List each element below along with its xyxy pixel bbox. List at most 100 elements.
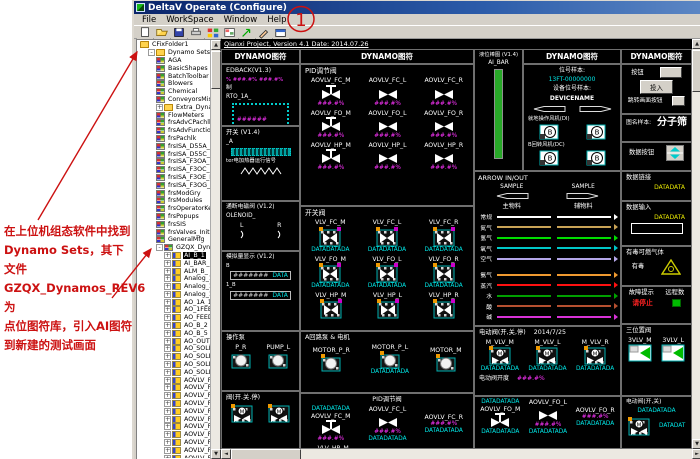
control-valve-object[interactable]: AOVLV_FO_R###.#% bbox=[424, 110, 463, 140]
fan-icon[interactable]: B bbox=[586, 124, 606, 140]
scroll-left-icon[interactable]: ◄ bbox=[221, 449, 231, 459]
runtime-mode-button[interactable] bbox=[205, 26, 221, 39]
tree-item[interactable]: BasicShapes bbox=[138, 64, 210, 72]
open-button[interactable] bbox=[154, 26, 170, 39]
motor-valve-object[interactable]: M_VLV_MMDATADATADA bbox=[481, 339, 519, 373]
motor-valve-object[interactable]: M bbox=[268, 404, 290, 424]
tree-item[interactable]: frsModules bbox=[138, 197, 210, 205]
control-valve-icon[interactable] bbox=[321, 149, 341, 165]
tree-item[interactable]: Blowers bbox=[138, 80, 210, 88]
solenoid-object[interactable]: R bbox=[275, 222, 283, 241]
scroll-up-icon[interactable]: ▲ bbox=[211, 40, 221, 50]
tree-item[interactable]: +AOVLV_FO_L_1 bbox=[138, 454, 210, 458]
scroll-right-icon[interactable]: ► bbox=[692, 449, 700, 459]
motor-object[interactable]: MOTOR_P_LDATADATADA bbox=[371, 344, 409, 376]
three-position-valve-icon[interactable] bbox=[661, 344, 685, 362]
onoff-valve-icon[interactable] bbox=[376, 227, 398, 247]
tree-item[interactable]: +AO_1FEEDBACK_ bbox=[138, 306, 210, 314]
motor-valve-icon[interactable]: M bbox=[584, 346, 606, 366]
onoff-valve-icon[interactable] bbox=[377, 299, 399, 319]
tree-item[interactable]: frsPachlk bbox=[138, 135, 210, 143]
data-spinner-object[interactable] bbox=[666, 145, 684, 161]
tree-item[interactable]: frsOperatorKeyBoa bbox=[138, 205, 210, 213]
scroll-down-icon[interactable]: ▼ bbox=[692, 439, 700, 449]
tree-item[interactable]: +AOVLV_FC_M_6 bbox=[138, 423, 210, 431]
sample-button[interactable]: 投入 bbox=[640, 80, 673, 94]
motor-valve-object[interactable]: M_VLV_LMDATADATADA bbox=[528, 339, 566, 373]
control-valve-object[interactable]: AOVLV_FO_L###.#%DATADATADA bbox=[529, 399, 567, 436]
control-valve-object[interactable]: AOVLV_HP_M###.#% bbox=[311, 142, 351, 172]
toxic-warning-icon[interactable] bbox=[661, 259, 681, 275]
control-valve-icon[interactable] bbox=[321, 117, 341, 133]
tree-item[interactable]: GeneralMfg bbox=[138, 236, 210, 244]
three-position-valve-object[interactable]: 3VLV_L bbox=[661, 337, 685, 362]
fan-icon[interactable]: B bbox=[539, 124, 559, 140]
save-button[interactable] bbox=[171, 26, 187, 39]
canvas-hscroll-thumb[interactable] bbox=[231, 449, 301, 459]
motor-object[interactable]: MOTOR_P_R bbox=[312, 347, 349, 372]
pump-object[interactable]: P_R bbox=[231, 344, 251, 369]
onoff-valve-object[interactable]: VLV_FC_MDATADATADA bbox=[311, 219, 349, 253]
tree-item[interactable]: frsAdvCPachlk bbox=[138, 119, 210, 127]
expand-icon[interactable]: + bbox=[164, 361, 171, 368]
tree-item[interactable]: +Extra_Dynamos bbox=[138, 103, 210, 111]
onoff-valve-object[interactable]: VLV_FO_LDATADATADA bbox=[368, 256, 406, 290]
tree-item[interactable]: +AOVLV_FC_R_1 bbox=[138, 439, 210, 447]
tree-item[interactable]: frsValves_Init bbox=[138, 228, 210, 236]
data-display[interactable]: #######DATA bbox=[230, 291, 291, 300]
control-valve-icon[interactable] bbox=[321, 420, 341, 436]
canvas-hscrollbar[interactable]: ◄ ► bbox=[221, 449, 700, 459]
collapse-icon[interactable]: - bbox=[156, 244, 163, 251]
onoff-valve-icon[interactable] bbox=[319, 263, 341, 283]
tree-item[interactable]: +AO_SOLENOID_A_ bbox=[138, 345, 210, 353]
tree-item[interactable]: +AO_1A_1 bbox=[138, 298, 210, 306]
level-bar-gauge[interactable] bbox=[494, 69, 503, 159]
tree-item[interactable]: frsModGry bbox=[138, 189, 210, 197]
control-valve-icon[interactable] bbox=[490, 413, 510, 429]
tree-item[interactable]: BatchToolbar bbox=[138, 72, 210, 80]
tree-item[interactable]: +AI_B_1 bbox=[138, 252, 210, 260]
three-position-valve-icon[interactable] bbox=[628, 344, 652, 362]
data-spinner[interactable] bbox=[666, 145, 684, 161]
material-line[interactable] bbox=[557, 316, 611, 318]
expand-icon[interactable]: + bbox=[164, 369, 171, 376]
control-valve-icon[interactable] bbox=[434, 117, 454, 133]
tree-item[interactable]: -GZQX_Dynamos_REV6 bbox=[138, 244, 210, 252]
tree-item[interactable]: frsPopups bbox=[138, 213, 210, 221]
new-button[interactable] bbox=[137, 26, 153, 39]
control-valve-object[interactable]: DATADATADAAOVLV_FO_MDATADATADA bbox=[480, 399, 520, 436]
data-display[interactable]: ############ DATA bbox=[232, 103, 290, 126]
pump-icon[interactable] bbox=[268, 351, 288, 369]
tree-item[interactable]: +AOVLV_FC_L_ bbox=[138, 376, 210, 384]
control-valve-icon[interactable] bbox=[538, 406, 558, 422]
data-display-object[interactable]: #######DATA bbox=[230, 271, 291, 280]
onoff-valve-object[interactable]: VLV_FO_RDATADATADA bbox=[425, 256, 463, 290]
canvas-vscrollbar[interactable]: ▲ ▼ bbox=[692, 39, 700, 449]
onoff-valve-icon[interactable] bbox=[320, 299, 342, 319]
onoff-valve-object[interactable]: VLV_HP_M bbox=[315, 292, 346, 319]
arrow-right-object[interactable] bbox=[579, 104, 613, 114]
tree-item[interactable]: ConveyorsMisc bbox=[138, 96, 210, 104]
material-line[interactable] bbox=[557, 284, 611, 286]
material-line[interactable] bbox=[497, 216, 551, 218]
control-valve-object[interactable]: AOVLV_FC_L###.#%DATADATADA bbox=[368, 406, 406, 443]
expand-icon[interactable]: + bbox=[164, 252, 171, 259]
tree-item[interactable]: frsISA_F3OC_B bbox=[138, 166, 210, 174]
tree-item[interactable]: frsISA_D55C_B bbox=[138, 150, 210, 158]
material-line[interactable] bbox=[497, 316, 551, 318]
fan-object[interactable]: B bbox=[586, 124, 606, 140]
expand-icon[interactable]: + bbox=[164, 439, 171, 446]
control-valve-object[interactable]: AOVLV_HP_R###.#% bbox=[424, 142, 463, 172]
motor-valve-icon[interactable]: M bbox=[231, 404, 253, 424]
tree-item[interactable]: frsISA_F3OG_N_2 bbox=[138, 181, 210, 189]
control-valve-object[interactable]: AOVLV_FC_L###.#% bbox=[369, 77, 407, 107]
sample-arrow[interactable]: SAMPLE bbox=[495, 184, 529, 201]
material-line[interactable] bbox=[497, 258, 551, 260]
motor-valve-icon[interactable]: M bbox=[536, 346, 558, 366]
arrow-left-icon[interactable] bbox=[532, 104, 566, 114]
control-valve-object[interactable]: AOVLV_HP_L###.#% bbox=[368, 142, 406, 172]
material-line[interactable] bbox=[497, 237, 551, 239]
control-valve-icon[interactable] bbox=[378, 85, 398, 101]
tree-scrollbar[interactable]: ▲ ▼ bbox=[210, 40, 220, 459]
status-box-object[interactable] bbox=[672, 299, 681, 307]
